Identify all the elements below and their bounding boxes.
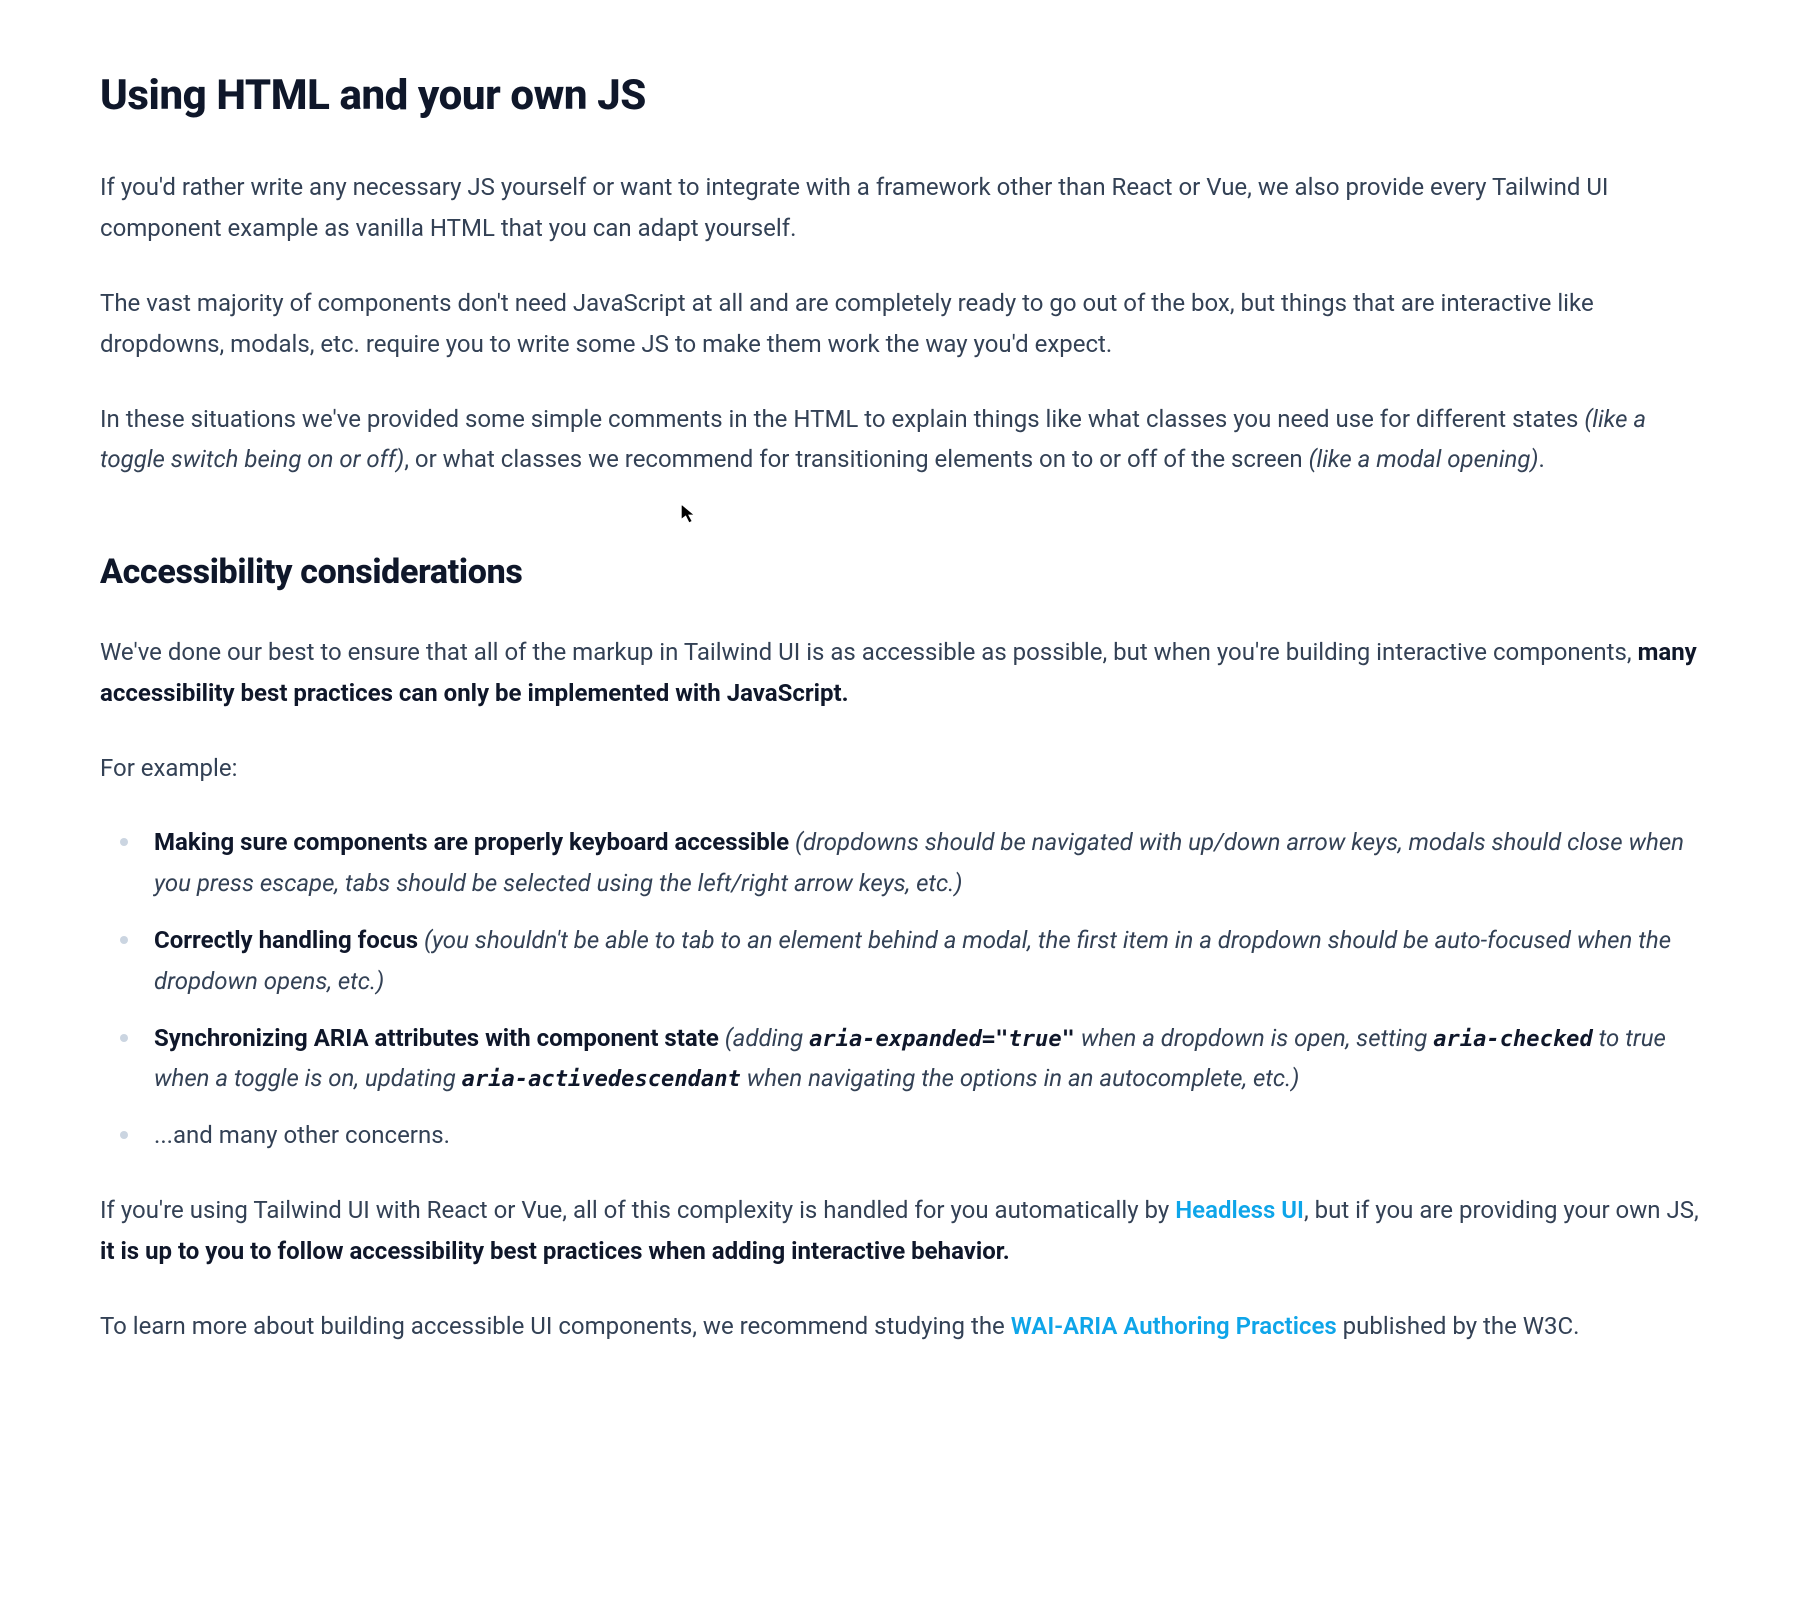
list-item: Making sure components are properly keyb… <box>100 822 1708 904</box>
text-run: If you're using Tailwind UI with React o… <box>100 1196 1175 1224</box>
section-heading-html-js: Using HTML and your own JS <box>100 60 1708 131</box>
text-run: (adding <box>719 1024 809 1052</box>
paragraph: We've done our best to ensure that all o… <box>100 632 1708 714</box>
text-run: , or what classes we recommend for trans… <box>404 445 1308 473</box>
list-item: ...and many other concerns. <box>100 1115 1708 1156</box>
list-item: Synchronizing ARIA attributes with compo… <box>100 1018 1708 1100</box>
cursor-icon <box>680 502 698 526</box>
paragraph: The vast majority of components don't ne… <box>100 283 1708 365</box>
text-run: We've done our best to ensure that all o… <box>100 638 1638 666</box>
paragraph: If you'd rather write any necessary JS y… <box>100 167 1708 249</box>
wai-aria-link[interactable]: WAI-ARIA Authoring Practices <box>1011 1312 1337 1340</box>
text-run: . <box>1539 445 1545 473</box>
text-run: when a dropdown is open, setting <box>1075 1024 1433 1052</box>
inline-code: aria-checked <box>1433 1027 1593 1052</box>
bullet-list: Making sure components are properly keyb… <box>100 822 1708 1156</box>
headless-ui-link[interactable]: Headless UI <box>1175 1196 1304 1224</box>
inline-code: aria-expanded="true" <box>809 1027 1075 1052</box>
text-run: In these situations we've provided some … <box>100 405 1584 433</box>
paragraph: If you're using Tailwind UI with React o… <box>100 1190 1708 1272</box>
text-run: published by the W3C. <box>1337 1312 1580 1340</box>
list-item: Correctly handling focus (you shouldn't … <box>100 920 1708 1002</box>
paragraph: For example: <box>100 748 1708 789</box>
paragraph: In these situations we've provided some … <box>100 399 1708 481</box>
italic-text: (like a modal opening) <box>1309 445 1539 473</box>
bold-text: Correctly handling focus <box>154 926 418 954</box>
inline-code: aria-activedescendant <box>462 1067 741 1092</box>
bold-text: Synchronizing ARIA attributes with compo… <box>154 1024 719 1052</box>
section-heading-accessibility: Accessibility considerations <box>100 544 1708 602</box>
text-run: when navigating the options in an autoco… <box>741 1064 1300 1092</box>
document-content: Using HTML and your own JS If you'd rath… <box>100 60 1708 1346</box>
bold-text: Making sure components are properly keyb… <box>154 828 789 856</box>
text-run: , but if you are providing your own JS, <box>1304 1196 1699 1224</box>
text-run: To learn more about building accessible … <box>100 1312 1011 1340</box>
bold-text: it is up to you to follow accessibility … <box>100 1237 1010 1265</box>
paragraph: To learn more about building accessible … <box>100 1306 1708 1347</box>
